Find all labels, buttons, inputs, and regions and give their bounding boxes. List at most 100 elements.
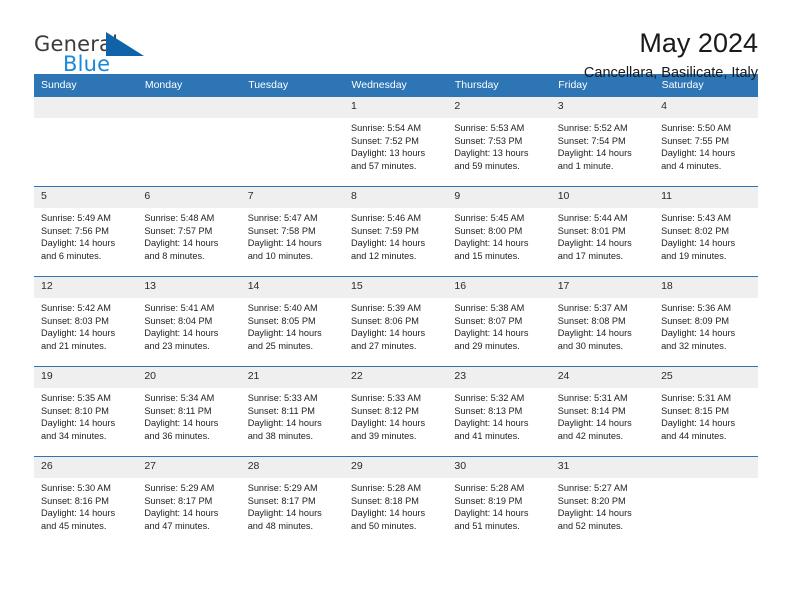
daylight-text-line2: and 45 minutes.	[41, 520, 107, 531]
calendar-day-cell[interactable]: 12 Sunrise: 5:42 AM Sunset: 8:03 PM Dayligh…	[34, 276, 138, 367]
daylight-text-line1: Daylight: 14 hours	[557, 418, 632, 429]
calendar-day-cell[interactable]: 28 Sunrise: 5:29 AM Sunset: 8:17 PM Dayligh…	[240, 456, 345, 547]
day-details: Sunrise: 5:43 AM Sunset: 8:02 PM Daylight:…	[654, 208, 757, 262]
calendar-day-cell[interactable]: 27 Sunrise: 5:29 AM Sunset: 8:17 PM Dayligh…	[137, 456, 241, 547]
calendar-day-cell[interactable]: 21 Sunrise: 5:33 AM Sunset: 8:11 PM Dayligh…	[240, 366, 345, 457]
daylight-text-line1: Daylight: 14 hours	[247, 238, 322, 249]
calendar-day-cell[interactable]: 30 Sunrise: 5:28 AM Sunset: 8:19 PM Dayligh…	[447, 456, 551, 547]
sunrise-text: Sunrise: 5:34 AM	[144, 393, 215, 403]
calendar-page: General Blue May 2024 Cancellara, Basili…	[0, 0, 792, 612]
sunset-text: Sunset: 7:59 PM	[351, 225, 419, 236]
calendar-day-cell[interactable]: 24 Sunrise: 5:31 AM Sunset: 8:14 PM Dayligh…	[550, 366, 655, 457]
day-number: 11	[654, 187, 758, 208]
weekday-header-thursday: Thursday	[447, 74, 552, 97]
day-number: 29	[344, 457, 448, 478]
sunset-text: Sunset: 8:14 PM	[557, 405, 626, 416]
calendar-day-cell[interactable]: 25 Sunrise: 5:31 AM Sunset: 8:15 PM Dayligh…	[654, 366, 758, 457]
sunrise-text: Sunrise: 5:39 AM	[351, 303, 421, 313]
calendar-day-cell[interactable]: 29 Sunrise: 5:28 AM Sunset: 8:18 PM Dayligh…	[344, 456, 448, 547]
calendar-day-cell[interactable]: 9 Sunrise: 5:45 AM Sunset: 8:00 PM Daylight…	[447, 186, 551, 277]
day-details: Sunrise: 5:27 AM Sunset: 8:20 PM Daylight:…	[551, 478, 654, 532]
calendar-day-cell[interactable]: 4 Sunrise: 5:50 AM Sunset: 7:55 PM Daylight…	[654, 96, 758, 187]
calendar-day-cell[interactable]: 8 Sunrise: 5:46 AM Sunset: 7:59 PM Daylight…	[344, 186, 448, 277]
sunrise-text: Sunrise: 5:36 AM	[661, 303, 732, 313]
sunset-text: Sunset: 8:13 PM	[454, 405, 523, 416]
daylight-text-line2: and 15 minutes.	[454, 250, 520, 261]
sunset-text: Sunset: 8:16 PM	[41, 495, 109, 506]
daylight-text-line2: and 10 minutes.	[247, 250, 314, 261]
sunrise-text: Sunrise: 5:41 AM	[144, 303, 215, 313]
daylight-text-line2: and 42 minutes.	[557, 430, 624, 441]
day-details: Sunrise: 5:29 AM Sunset: 8:17 PM Daylight:…	[137, 478, 240, 532]
calendar-day-cell[interactable]: 1 Sunrise: 5:54 AM Sunset: 7:52 PM Daylight…	[344, 96, 448, 187]
day-number: 3	[550, 97, 655, 118]
weekday-header-tuesday: Tuesday	[240, 74, 345, 97]
day-details: Sunrise: 5:31 AM Sunset: 8:15 PM Daylight:…	[654, 388, 757, 442]
daylight-text-line2: and 30 minutes.	[557, 340, 624, 351]
daylight-text-line2: and 27 minutes.	[351, 340, 417, 351]
calendar-day-cell[interactable]: 23 Sunrise: 5:32 AM Sunset: 8:13 PM Dayligh…	[447, 366, 551, 457]
calendar-cell-empty	[34, 96, 138, 187]
daylight-text-line1: Daylight: 14 hours	[144, 238, 219, 249]
day-details: Sunrise: 5:36 AM Sunset: 8:09 PM Daylight:…	[654, 298, 757, 352]
day-details: Sunrise: 5:28 AM Sunset: 8:19 PM Daylight:…	[447, 478, 550, 532]
day-details: Sunrise: 5:50 AM Sunset: 7:55 PM Daylight:…	[654, 118, 757, 172]
calendar-day-cell[interactable]: 7 Sunrise: 5:47 AM Sunset: 7:58 PM Daylight…	[240, 186, 345, 277]
daylight-text-line2: and 25 minutes.	[247, 340, 314, 351]
day-number: 14	[240, 277, 345, 298]
calendar-day-cell[interactable]: 17 Sunrise: 5:37 AM Sunset: 8:08 PM Dayligh…	[550, 276, 655, 367]
daylight-text-line2: and 19 minutes.	[661, 250, 727, 261]
daylight-text-line1: Daylight: 14 hours	[247, 418, 322, 429]
logo-text-blue: Blue	[63, 52, 111, 76]
sunrise-text: Sunrise: 5:43 AM	[661, 213, 732, 223]
calendar-day-cell[interactable]: 31 Sunrise: 5:27 AM Sunset: 8:20 PM Dayligh…	[550, 456, 655, 547]
daylight-text-line2: and 23 minutes.	[144, 340, 210, 351]
daylight-text-line1: Daylight: 14 hours	[41, 418, 116, 429]
daylight-text-line1: Daylight: 14 hours	[454, 508, 529, 519]
sunrise-text: Sunrise: 5:35 AM	[41, 393, 111, 403]
sunset-text: Sunset: 8:10 PM	[41, 405, 109, 416]
daylight-text-line2: and 50 minutes.	[351, 520, 417, 531]
calendar-day-cell[interactable]: 18 Sunrise: 5:36 AM Sunset: 8:09 PM Dayligh…	[654, 276, 758, 367]
day-number	[34, 97, 138, 118]
calendar-day-cell[interactable]: 16 Sunrise: 5:38 AM Sunset: 8:07 PM Dayligh…	[447, 276, 551, 367]
calendar-day-cell[interactable]: 6 Sunrise: 5:48 AM Sunset: 7:57 PM Daylight…	[137, 186, 241, 277]
daylight-text-line1: Daylight: 14 hours	[351, 508, 426, 519]
day-number: 17	[550, 277, 655, 298]
calendar-day-cell[interactable]: 10 Sunrise: 5:44 AM Sunset: 8:01 PM Dayligh…	[550, 186, 655, 277]
daylight-text-line1: Daylight: 14 hours	[557, 148, 632, 159]
calendar-day-cell[interactable]: 5 Sunrise: 5:49 AM Sunset: 7:56 PM Daylight…	[34, 186, 138, 277]
day-details: Sunrise: 5:39 AM Sunset: 8:06 PM Daylight:…	[344, 298, 447, 352]
daylight-text-line2: and 21 minutes.	[41, 340, 107, 351]
calendar-day-cell[interactable]: 13 Sunrise: 5:41 AM Sunset: 8:04 PM Dayligh…	[137, 276, 241, 367]
daylight-text-line1: Daylight: 14 hours	[454, 328, 529, 339]
day-details: Sunrise: 5:40 AM Sunset: 8:05 PM Daylight:…	[241, 298, 344, 352]
daylight-text-line2: and 4 minutes.	[661, 160, 722, 171]
calendar-day-cell[interactable]: 2 Sunrise: 5:53 AM Sunset: 7:53 PM Daylight…	[447, 96, 551, 187]
daylight-text-line1: Daylight: 13 hours	[454, 148, 529, 159]
calendar-week-row: 5 Sunrise: 5:49 AM Sunset: 7:56 PM Daylight…	[34, 186, 758, 277]
calendar-cell-empty	[654, 456, 758, 547]
daylight-text-line1: Daylight: 14 hours	[144, 418, 219, 429]
general-blue-logo[interactable]: General Blue	[34, 26, 194, 82]
day-number: 30	[447, 457, 551, 478]
calendar-day-cell[interactable]: 26 Sunrise: 5:30 AM Sunset: 8:16 PM Dayligh…	[34, 456, 138, 547]
daylight-text-line2: and 47 minutes.	[144, 520, 210, 531]
day-details: Sunrise: 5:45 AM Sunset: 8:00 PM Daylight:…	[447, 208, 550, 262]
daylight-text-line1: Daylight: 13 hours	[351, 148, 426, 159]
daylight-text-line1: Daylight: 14 hours	[351, 238, 426, 249]
calendar-day-cell[interactable]: 15 Sunrise: 5:39 AM Sunset: 8:06 PM Dayligh…	[344, 276, 448, 367]
calendar-day-cell[interactable]: 19 Sunrise: 5:35 AM Sunset: 8:10 PM Dayligh…	[34, 366, 138, 457]
sunset-text: Sunset: 7:53 PM	[454, 135, 523, 146]
calendar-day-cell[interactable]: 14 Sunrise: 5:40 AM Sunset: 8:05 PM Dayligh…	[240, 276, 345, 367]
daylight-text-line2: and 44 minutes.	[661, 430, 727, 441]
calendar-day-cell[interactable]: 22 Sunrise: 5:33 AM Sunset: 8:12 PM Dayligh…	[344, 366, 448, 457]
calendar-day-cell[interactable]: 3 Sunrise: 5:52 AM Sunset: 7:54 PM Daylight…	[550, 96, 655, 187]
sunset-text: Sunset: 8:07 PM	[454, 315, 523, 326]
calendar-day-cell[interactable]: 20 Sunrise: 5:34 AM Sunset: 8:11 PM Dayligh…	[137, 366, 241, 457]
day-number: 12	[34, 277, 138, 298]
calendar-day-cell[interactable]: 11 Sunrise: 5:43 AM Sunset: 8:02 PM Dayligh…	[654, 186, 758, 277]
sunrise-text: Sunrise: 5:27 AM	[557, 483, 628, 493]
calendar-body: 1 Sunrise: 5:54 AM Sunset: 7:52 PM Daylight…	[34, 96, 758, 547]
daylight-text-line1: Daylight: 14 hours	[454, 238, 529, 249]
